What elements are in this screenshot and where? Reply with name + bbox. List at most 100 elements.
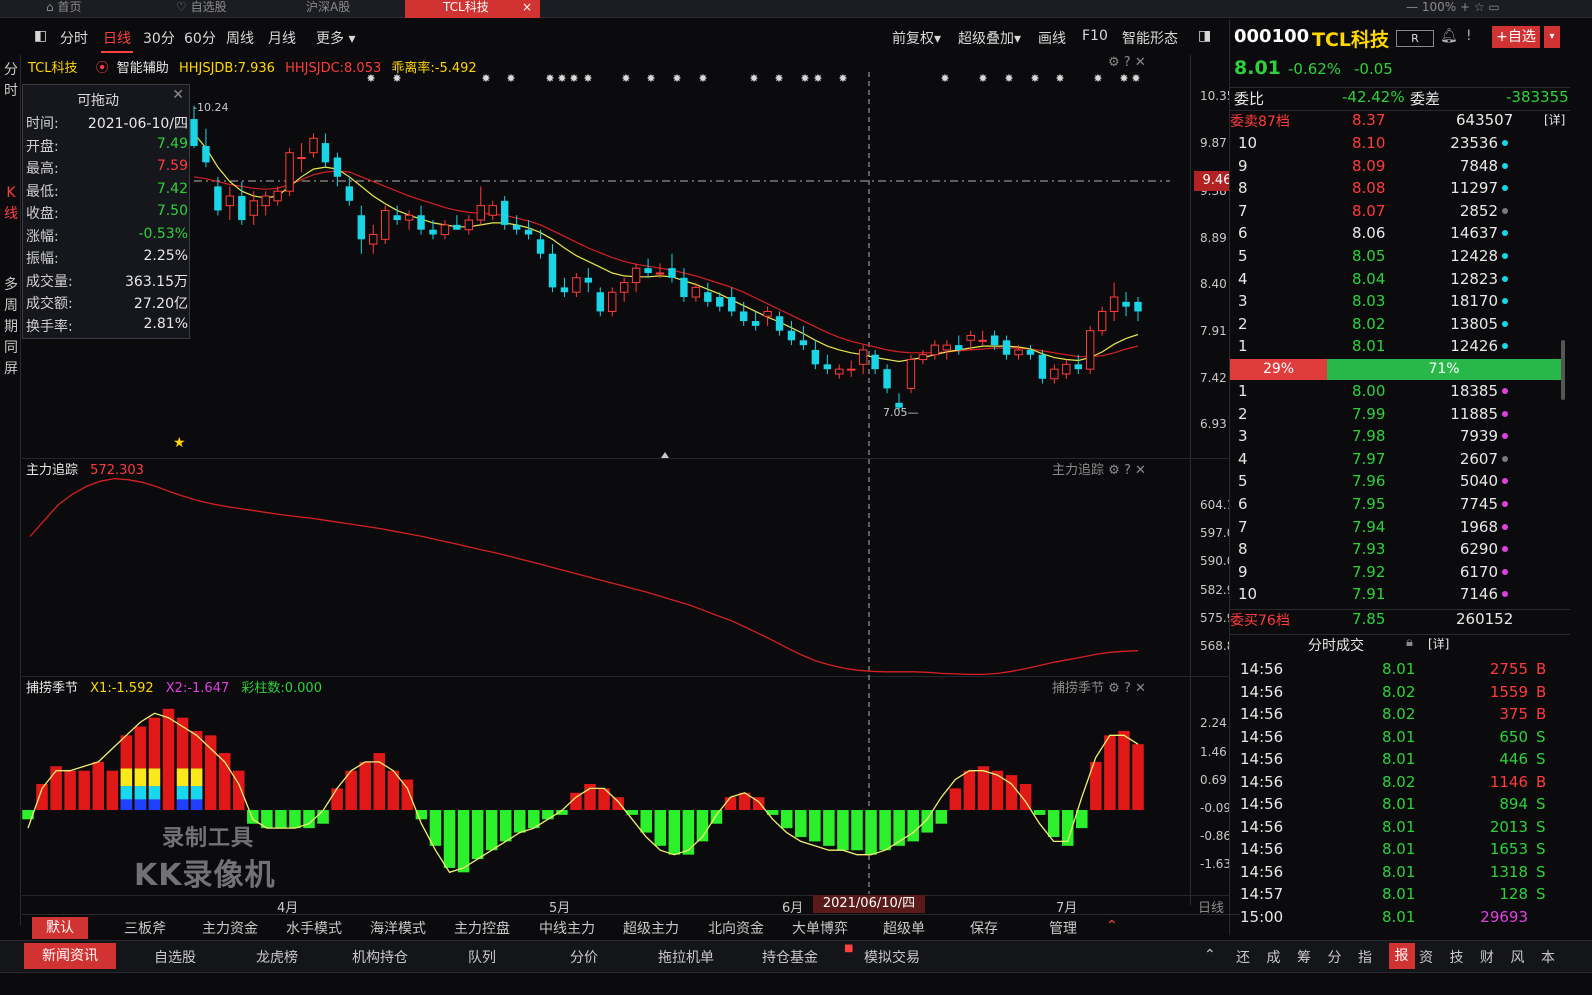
candle-body-up bbox=[858, 349, 868, 365]
info-tab[interactable]: 队列 bbox=[468, 947, 496, 967]
candle-body-down bbox=[871, 354, 879, 370]
ask-level-row[interactable]: 3 8.03 18170 bbox=[1230, 292, 1570, 314]
ask-level-row[interactable]: 8 8.08 11297 bbox=[1230, 179, 1570, 201]
side-function-tab[interactable]: 资 bbox=[1419, 947, 1433, 967]
indicator-tab[interactable]: 主力资金 bbox=[202, 918, 258, 938]
ohlc-info-row: 涨幅: -0.53% bbox=[26, 226, 188, 248]
indicator-tab[interactable]: 超级主力 bbox=[623, 918, 679, 938]
ask-level-row[interactable]: 9 8.09 7848 bbox=[1230, 157, 1570, 179]
signal-star-icon: ✸ bbox=[646, 72, 655, 85]
indicator-tab[interactable]: 水手模式 bbox=[286, 918, 342, 938]
season-bar bbox=[317, 810, 329, 824]
ohlc-info-row: 最低: 7.42 bbox=[26, 181, 188, 203]
bid-level-row[interactable]: 10 7.91 7146 bbox=[1230, 585, 1570, 607]
candle-body-down bbox=[883, 369, 891, 389]
alert-bell-icon[interactable]: 🔔︎ bbox=[1440, 28, 1458, 44]
info-tab[interactable]: 新闻资讯 bbox=[24, 943, 116, 969]
indicator-tab[interactable]: 主力控盘 bbox=[454, 918, 510, 938]
season-bar bbox=[471, 810, 484, 860]
ask-level-row[interactable]: 1 8.01 12426 bbox=[1230, 337, 1570, 359]
ask-level-row[interactable]: 2 8.02 13805 bbox=[1230, 315, 1570, 337]
bid-level-row[interactable]: 4 7.97 2607 bbox=[1230, 450, 1570, 472]
candle-body-up bbox=[273, 190, 282, 202]
bid-level-row[interactable]: 5 7.96 5040 bbox=[1230, 472, 1570, 494]
info-tab[interactable]: 分价 bbox=[570, 947, 598, 967]
side-function-tab[interactable]: 风 bbox=[1511, 947, 1525, 967]
side-function-tab[interactable]: 技 bbox=[1450, 947, 1464, 967]
indicator-tab[interactable]: 管理 bbox=[1049, 918, 1077, 938]
info-tab[interactable]: 龙虎榜 bbox=[256, 947, 298, 967]
ask-level-row[interactable]: 7 8.07 2852 bbox=[1230, 202, 1570, 224]
info-tab[interactable]: 自选股 bbox=[154, 947, 196, 967]
bid-level-row[interactable]: 1 8.00 18385 bbox=[1230, 382, 1570, 404]
candle-body-up bbox=[309, 137, 318, 154]
close-icon[interactable]: ✕ bbox=[172, 87, 184, 103]
indicator-tab[interactable]: 大单博弈 bbox=[792, 918, 848, 938]
side-function-tab[interactable]: 成 bbox=[1267, 947, 1281, 967]
candle-body-down bbox=[596, 292, 604, 312]
candle-body-down bbox=[500, 200, 509, 225]
signal-star-icon: ✸ bbox=[940, 72, 949, 85]
candle-body-down bbox=[190, 119, 198, 146]
ohlc-info-popup[interactable]: 可拖动 ✕ 时间: 2021-06-10/四 开盘: 7.49 最高: 7.59 最低: 7.… bbox=[22, 84, 190, 339]
info-tab[interactable]: 机构持仓 bbox=[352, 947, 408, 967]
side-function-tab[interactable]: 分 bbox=[1328, 947, 1342, 967]
indicator-tab[interactable]: 北向资金 bbox=[708, 918, 764, 938]
season-bar bbox=[865, 810, 877, 855]
scrollbar[interactable] bbox=[1561, 340, 1565, 400]
info-tab[interactable]: 模拟交易 bbox=[864, 947, 920, 967]
candle-body-up bbox=[572, 277, 581, 293]
trade-row: 14:56 8.02 375 B bbox=[1240, 705, 1547, 723]
season-bar bbox=[289, 810, 301, 829]
signal-star-icon: ✸ bbox=[774, 72, 783, 85]
trade-row: 14:57 8.01 128 S bbox=[1240, 885, 1546, 903]
season-bar bbox=[935, 810, 948, 824]
add-watchlist-button[interactable]: +自选 bbox=[1492, 26, 1540, 48]
candle-body-down bbox=[644, 268, 652, 273]
side-function-tab[interactable]: 筹 bbox=[1297, 947, 1311, 967]
season-bar bbox=[724, 797, 737, 811]
indicator-tab[interactable]: 中线主力 bbox=[539, 918, 595, 938]
bid-level-row[interactable]: 6 7.95 7745 bbox=[1230, 495, 1570, 517]
ask-level-row[interactable]: 5 8.05 12428 bbox=[1230, 247, 1570, 269]
candle-body-up bbox=[1109, 296, 1119, 312]
indicator-tab[interactable]: 默认 bbox=[32, 917, 88, 939]
bid-level-row[interactable]: 3 7.98 7939 bbox=[1230, 427, 1570, 449]
season-bar bbox=[78, 770, 90, 811]
side-function-tab[interactable]: 报 bbox=[1388, 943, 1415, 969]
chevron-up-icon[interactable]: ⌃ bbox=[1204, 947, 1216, 963]
side-function-tab[interactable]: 本 bbox=[1541, 947, 1555, 967]
ask-level-row[interactable]: 6 8.06 14637 bbox=[1230, 224, 1570, 246]
indicator-tab[interactable]: 三板斧 bbox=[124, 918, 166, 938]
bid-level-row[interactable]: 2 7.99 11885 bbox=[1230, 405, 1570, 427]
side-function-tab[interactable]: 还 bbox=[1236, 947, 1250, 967]
info-tab[interactable]: 拖拉机单 bbox=[658, 947, 714, 967]
candle-body-down bbox=[704, 292, 712, 302]
candle-body-up bbox=[440, 224, 450, 235]
warning-icon[interactable]: ! bbox=[1466, 28, 1472, 44]
ohlc-info-row: 振幅: 2.25% bbox=[26, 248, 188, 270]
signal-star-icon: ✸ bbox=[672, 72, 681, 85]
side-function-tab[interactable]: 指 bbox=[1358, 947, 1372, 967]
sell-total-row: 委卖87档 8.37 643507 [详] bbox=[1230, 110, 1570, 132]
collapse-up-icon[interactable]: ⌃ bbox=[1106, 918, 1118, 934]
ask-level-row[interactable]: 4 8.04 12823 bbox=[1230, 270, 1570, 292]
season-bar bbox=[457, 810, 470, 873]
indicator-tab[interactable]: 保存 bbox=[970, 918, 998, 938]
detail-link[interactable]: [详] bbox=[1544, 111, 1565, 128]
signal-star-icon: ✸ bbox=[1119, 72, 1128, 85]
indicator-tab[interactable]: 海洋模式 bbox=[370, 918, 426, 938]
lock-icon[interactable]: 🔒︎ bbox=[1406, 635, 1413, 650]
info-tab[interactable]: 持仓基金 bbox=[762, 947, 818, 967]
info-key: 成交额: bbox=[26, 296, 73, 312]
indicator-tab[interactable]: 超级单 bbox=[883, 918, 925, 938]
bid-level-row[interactable]: 7 7.94 1968 bbox=[1230, 518, 1570, 540]
ask-level-row[interactable]: 10 8.10 23536 bbox=[1230, 134, 1570, 156]
chevron-down-icon[interactable]: ▾ bbox=[1544, 26, 1560, 48]
r-badge[interactable]: R bbox=[1396, 30, 1434, 47]
bid-level-row[interactable]: 8 7.93 6290 bbox=[1230, 540, 1570, 562]
side-function-tab[interactable]: 财 bbox=[1480, 947, 1494, 967]
detail-link[interactable]: [详] bbox=[1428, 635, 1449, 652]
bid-level-row[interactable]: 9 7.92 6170 bbox=[1230, 563, 1570, 585]
candle-body-down bbox=[716, 297, 724, 307]
